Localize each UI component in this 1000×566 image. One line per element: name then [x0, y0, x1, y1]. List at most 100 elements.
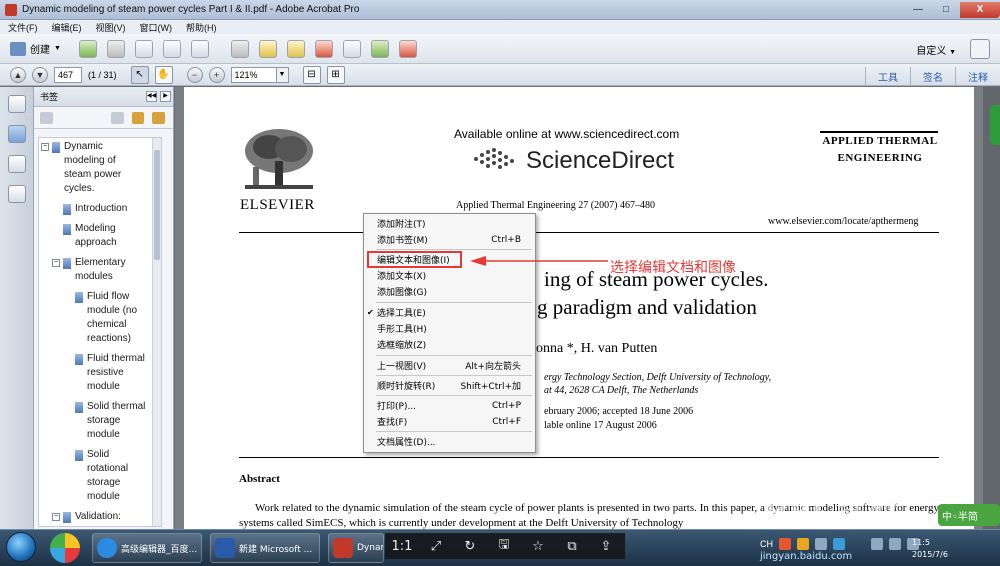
security-icon[interactable]: [833, 538, 845, 550]
ime-indicator[interactable]: 中◦半简: [938, 504, 1000, 526]
collapse-icon[interactable]: −: [52, 259, 60, 267]
print-icon[interactable]: [134, 39, 153, 58]
network-icon[interactable]: [871, 538, 883, 550]
copy-icon[interactable]: ⧉: [555, 539, 589, 554]
menu-item-document-properties[interactable]: 文档属性(D)...: [364, 434, 535, 449]
previous-page-icon[interactable]: ▲: [10, 66, 26, 83]
open-icon[interactable]: [78, 39, 97, 58]
maximize-button[interactable]: □: [932, 2, 960, 18]
comment-link[interactable]: 注释: [955, 67, 988, 86]
fit-screen-icon[interactable]: ⤢: [419, 539, 453, 554]
page-count: (1 / 31): [88, 69, 117, 80]
menu-item-add-note[interactable]: 添加附注(T): [364, 216, 535, 231]
bookmark-item[interactable]: − Dynamic modeling of steam power cycles…: [41, 140, 141, 196]
zoom-level-input[interactable]: 121%: [230, 66, 277, 83]
export-icon[interactable]: [342, 39, 361, 58]
panel-menu-icon[interactable]: ▶: [160, 91, 171, 102]
bookmarks-icon[interactable]: [8, 125, 26, 143]
pinwheel-tray-icon[interactable]: [797, 538, 809, 550]
menu-item-marquee-zoom[interactable]: 选框缩放(Z): [364, 337, 535, 352]
taskbar-app-browser[interactable]: 高级编辑器_百度...: [92, 533, 202, 563]
volume-icon[interactable]: [889, 538, 901, 550]
sogou-icon[interactable]: [779, 538, 791, 550]
delete-bookmark-icon[interactable]: [110, 111, 124, 124]
menu-item-previous-view[interactable]: 上一视图(V) Alt+向左箭头: [364, 358, 535, 373]
bookmark-item[interactable]: Modeling approach: [63, 222, 153, 250]
zoom-in-button[interactable]: +: [208, 66, 225, 83]
bookmark-item[interactable]: Fluid thermal resistive module: [75, 352, 155, 394]
bookmark-icon: [75, 402, 83, 413]
menu-file[interactable]: 文件(F): [8, 21, 38, 34]
edit-icon[interactable]: [162, 39, 181, 58]
input-language[interactable]: CH: [760, 539, 773, 549]
affiliation-line: ergy Technology Section, Delft Universit…: [544, 372, 772, 383]
fit-page-icon[interactable]: ⊟: [302, 65, 321, 84]
pinwheel-icon[interactable]: [50, 533, 80, 563]
menu-item-find[interactable]: 查找(F) Ctrl+F: [364, 414, 535, 429]
menu-item-add-image[interactable]: 添加图像(G): [364, 284, 535, 299]
expand-bookmark-icon[interactable]: [152, 111, 165, 124]
select-tool-icon[interactable]: ↖: [130, 65, 149, 84]
sign-icon[interactable]: [398, 39, 417, 58]
bookmark-item[interactable]: Solid rotational storage module: [75, 448, 155, 504]
taskbar-app-word[interactable]: 新建 Microsoft ...: [210, 533, 320, 563]
taskbar-app-acrobat[interactable]: Dynamic m...: [328, 533, 384, 563]
hand-tool-icon[interactable]: ✋: [154, 65, 173, 84]
bookmark-icon: [63, 204, 71, 215]
share-icon[interactable]: ⇪: [589, 539, 623, 554]
keyboard-icon[interactable]: [815, 538, 827, 550]
minimize-button[interactable]: —: [904, 2, 932, 18]
tools-link[interactable]: 工具: [865, 67, 898, 86]
zoom-dropdown-icon[interactable]: ▼: [276, 66, 289, 83]
page-number-input[interactable]: 467: [54, 66, 82, 83]
comment-icon[interactable]: [258, 39, 277, 58]
collapse-panel-icon[interactable]: ◀◀: [146, 91, 157, 102]
export2-icon[interactable]: [370, 39, 389, 58]
zoom-out-button[interactable]: −: [186, 66, 203, 83]
bookmark-item[interactable]: Solid thermal storage module: [75, 400, 155, 442]
menu-item-add-bookmark[interactable]: 添加书签(M) Ctrl+B: [364, 232, 535, 247]
menu-item-select-tool[interactable]: ✔ 选择工具(E): [364, 305, 535, 320]
new-bookmark-icon[interactable]: [131, 111, 145, 124]
menu-window[interactable]: 窗口(W): [140, 21, 173, 34]
bookmark-item[interactable]: − Elementary modules: [52, 256, 152, 284]
bookmark-item[interactable]: Introduction: [63, 202, 153, 216]
collapse-icon[interactable]: −: [41, 143, 49, 151]
menu-edit[interactable]: 编辑(E): [52, 21, 82, 34]
bookmarks-scrollbar[interactable]: [152, 138, 161, 526]
next-page-icon[interactable]: ▼: [32, 66, 48, 83]
stamp-icon[interactable]: [286, 39, 305, 58]
sign-link[interactable]: 签名: [910, 67, 943, 86]
email-icon[interactable]: [190, 39, 209, 58]
favorite-icon[interactable]: ☆: [521, 539, 555, 554]
document-viewport[interactable]: ELSEVIER Available online at www.science…: [175, 87, 1000, 529]
menu-item-hand-tool[interactable]: 手形工具(H): [364, 321, 535, 336]
fit-width-icon[interactable]: ⊞: [326, 65, 345, 84]
scrollbar-thumb[interactable]: [154, 150, 160, 260]
options-icon[interactable]: [40, 111, 53, 124]
actual-size-button[interactable]: 1:1: [385, 539, 419, 554]
start-button[interactable]: [6, 532, 36, 562]
menu-help[interactable]: 帮助(H): [186, 21, 217, 34]
expand-icon[interactable]: [970, 39, 990, 59]
attachments-icon[interactable]: [8, 155, 26, 173]
settings-icon[interactable]: [230, 39, 249, 58]
create-button[interactable]: 创建 ▼: [10, 41, 61, 56]
page-thumbnails-icon[interactable]: [8, 95, 26, 113]
side-widget[interactable]: [990, 105, 1000, 145]
save-icon[interactable]: 🖫: [487, 535, 521, 557]
menu-view[interactable]: 视图(V): [96, 21, 126, 34]
pdf-tool-icon[interactable]: [314, 39, 333, 58]
customize-button[interactable]: 自定义 ▼: [916, 42, 956, 57]
bookmark-item[interactable]: − Validation:: [52, 510, 152, 524]
save-icon[interactable]: [106, 39, 125, 58]
menu-item-rotate-clockwise[interactable]: 顺时针旋转(R) Shift+Ctrl+加: [364, 378, 535, 393]
system-clock[interactable]: 11:5 2015/7/6: [912, 537, 948, 561]
menu-item-add-text[interactable]: 添加文本(X): [364, 268, 535, 283]
close-button[interactable]: X: [960, 1, 1000, 18]
rotate-icon[interactable]: ↻: [453, 539, 487, 554]
bookmark-item[interactable]: Fluid flow module (no chemical reactions…: [75, 290, 155, 346]
signatures-icon[interactable]: [8, 185, 26, 203]
collapse-icon[interactable]: −: [52, 513, 60, 521]
menu-item-print[interactable]: 打印(P)... Ctrl+P: [364, 398, 535, 413]
